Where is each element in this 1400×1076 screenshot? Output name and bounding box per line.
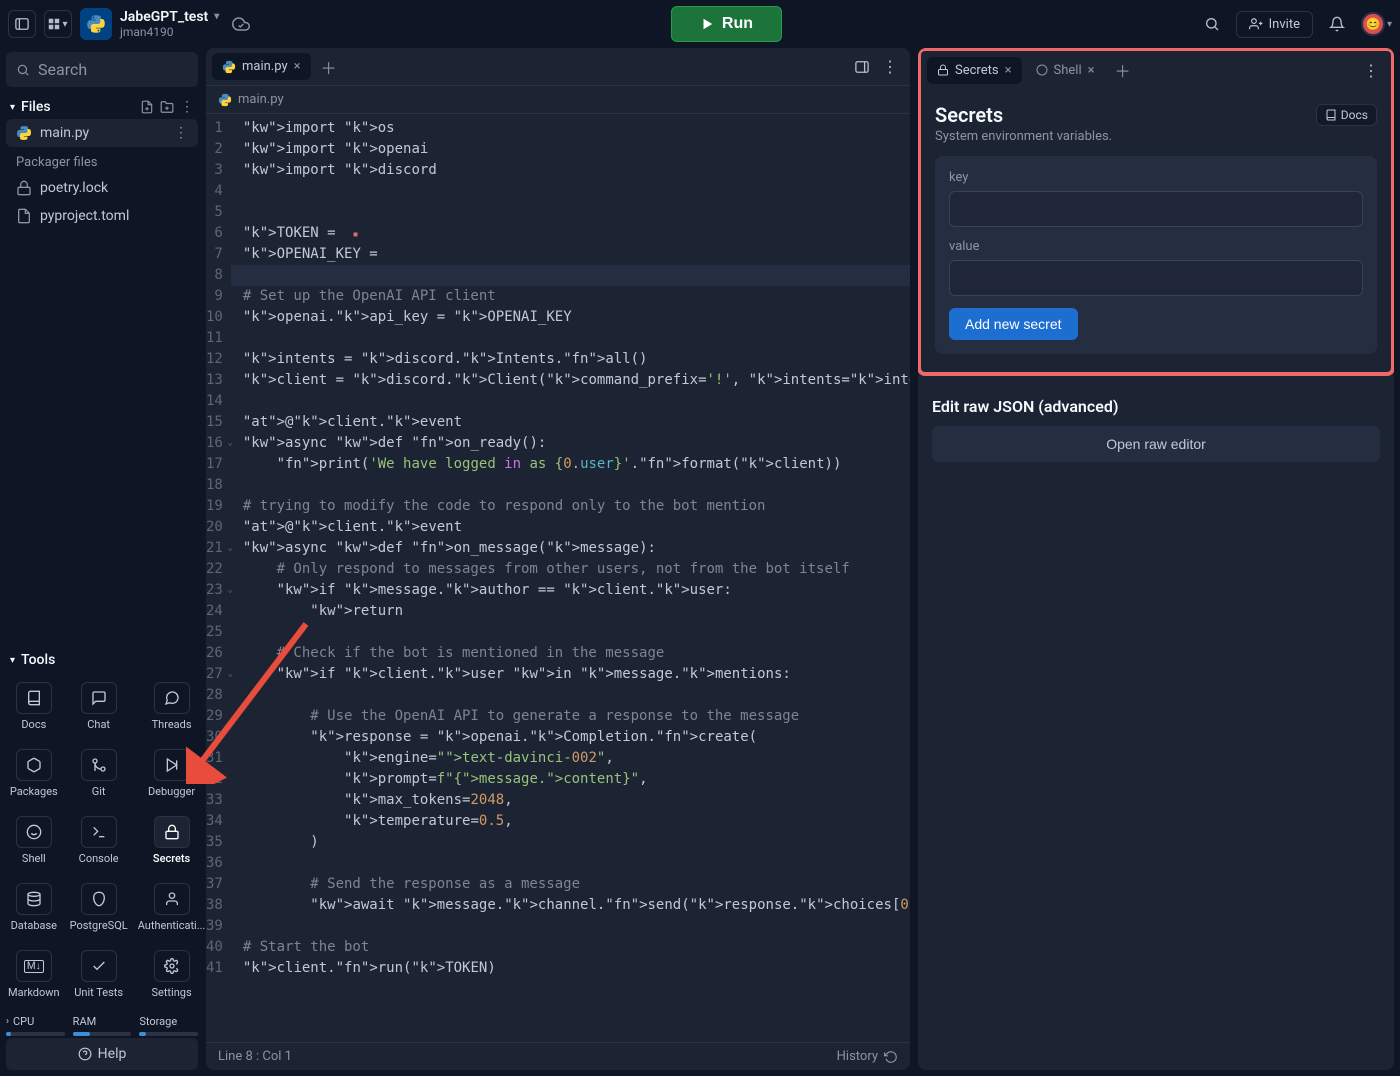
project-user[interactable]: jman4190 <box>120 26 219 38</box>
lock-file-icon <box>16 180 32 196</box>
history-button[interactable]: History <box>837 1049 898 1064</box>
sidebar: Search ▾ Files ⋮ main.py ⋮ Packager file… <box>6 48 198 1070</box>
breadcrumb: main.py <box>206 86 910 114</box>
new-tab-icon[interactable]: ＋ <box>315 53 343 81</box>
tool-markdown[interactable]: M↓Markdown <box>6 944 62 1005</box>
sidebar-toggle-icon[interactable] <box>8 10 36 38</box>
search-input[interactable]: Search <box>6 52 198 87</box>
user-plus-icon <box>1249 17 1263 31</box>
open-raw-editor-button[interactable]: Open raw editor <box>932 426 1380 462</box>
python-icon <box>16 125 32 141</box>
close-icon[interactable]: × <box>1005 63 1012 78</box>
tool-postgresql[interactable]: PostgreSQL <box>68 877 130 938</box>
search-icon[interactable] <box>1198 10 1226 38</box>
tool-debugger[interactable]: Debugger <box>136 743 208 804</box>
value-label: value <box>949 239 1363 254</box>
tab-main[interactable]: main.py × <box>212 53 311 80</box>
project-title: JabeGPT_test <box>120 10 208 24</box>
tools-grid: Docs Chat Threads Packages Git Debugger … <box>6 672 198 1009</box>
search-icon <box>16 63 30 77</box>
files-heading[interactable]: ▾ Files ⋮ <box>6 95 198 119</box>
cursor-position: Line 8 : Col 1 <box>218 1049 292 1064</box>
python-icon <box>218 93 232 107</box>
tab-shell[interactable]: Shell × <box>1026 57 1105 84</box>
key-label: key <box>949 170 1363 185</box>
project-icon <box>80 8 112 40</box>
editor-pane: main.py × ＋ ⋮ main.py 123456789101112131… <box>206 48 910 1070</box>
lock-icon <box>937 64 949 76</box>
help-button[interactable]: Help <box>6 1038 198 1070</box>
layout-icon[interactable] <box>848 53 876 81</box>
meter-storage: Storage <box>139 1015 198 1036</box>
run-button[interactable]: Run <box>671 6 782 42</box>
tool-git[interactable]: Git <box>68 743 130 804</box>
secrets-title: Secrets <box>935 103 1003 127</box>
search-placeholder: Search <box>38 60 87 79</box>
advanced-title: Edit raw JSON (advanced) <box>932 397 1380 416</box>
tool-packages[interactable]: Packages <box>6 743 62 804</box>
layout-menu-icon[interactable]: ▾ <box>44 10 72 38</box>
invite-button[interactable]: Invite <box>1236 11 1313 38</box>
help-icon <box>78 1047 92 1061</box>
secrets-subtitle: System environment variables. <box>935 129 1377 144</box>
packager-heading: Packager files <box>6 147 198 174</box>
new-folder-icon[interactable] <box>160 100 174 114</box>
tab-secrets[interactable]: Secrets × <box>927 57 1022 84</box>
panel-more-icon[interactable]: ⋮ <box>1357 56 1385 84</box>
tool-threads[interactable]: Threads <box>136 676 208 737</box>
right-pane: Secrets × Shell × ＋ ⋮ Secrets Docs Syste… <box>918 48 1394 1070</box>
file-item-poetry[interactable]: poetry.lock <box>6 174 198 202</box>
docs-button[interactable]: Docs <box>1316 104 1377 126</box>
tool-auth[interactable]: Authenticati... <box>136 877 208 938</box>
invite-label: Invite <box>1269 17 1300 32</box>
code-editor[interactable]: 12345678910111213141516⌄1718192021⌄2223⌄… <box>206 114 910 1042</box>
file-more-icon[interactable]: ⋮ <box>174 125 188 141</box>
editor-more-icon[interactable]: ⋮ <box>876 53 904 81</box>
file-item-pyproject[interactable]: pyproject.toml <box>6 202 198 230</box>
avatar[interactable]: 😊 <box>1361 12 1385 36</box>
add-secret-button[interactable]: Add new secret <box>949 308 1078 340</box>
file-item-main[interactable]: main.py ⋮ <box>6 119 198 147</box>
tool-chat[interactable]: Chat <box>68 676 130 737</box>
value-input[interactable] <box>949 260 1363 296</box>
new-tab-icon[interactable]: ＋ <box>1109 56 1137 84</box>
meter-ram: RAM <box>73 1015 132 1036</box>
toml-file-icon <box>16 208 32 224</box>
tools-heading[interactable]: ▾ Tools <box>6 648 198 672</box>
tool-console[interactable]: Console <box>68 810 130 871</box>
close-icon[interactable]: × <box>1088 63 1095 78</box>
book-icon <box>1325 109 1337 121</box>
new-file-icon[interactable] <box>140 100 154 114</box>
project-menu-chevron-icon[interactable]: ▾ <box>214 12 219 22</box>
tool-shell[interactable]: Shell <box>6 810 62 871</box>
key-input[interactable] <box>949 191 1363 227</box>
shell-icon <box>1036 64 1048 76</box>
bell-icon[interactable] <box>1323 10 1351 38</box>
meter-cpu: ›CPU <box>6 1015 65 1036</box>
tool-settings[interactable]: Settings <box>136 944 208 1005</box>
tool-secrets[interactable]: Secrets <box>136 810 208 871</box>
tool-unittests[interactable]: Unit Tests <box>68 944 130 1005</box>
tool-docs[interactable]: Docs <box>6 676 62 737</box>
tool-database[interactable]: Database <box>6 877 62 938</box>
user-menu-chevron-icon[interactable]: ▾ <box>1387 19 1392 30</box>
history-icon <box>884 1050 898 1064</box>
close-icon[interactable]: × <box>294 59 301 74</box>
topbar: ▾ JabeGPT_test ▾ jman4190 Run Invite <box>0 0 1400 48</box>
python-icon <box>222 60 236 74</box>
run-label: Run <box>722 15 753 33</box>
cloud-sync-icon[interactable] <box>227 10 255 38</box>
files-more-icon[interactable]: ⋮ <box>180 99 194 115</box>
play-icon <box>700 17 714 31</box>
